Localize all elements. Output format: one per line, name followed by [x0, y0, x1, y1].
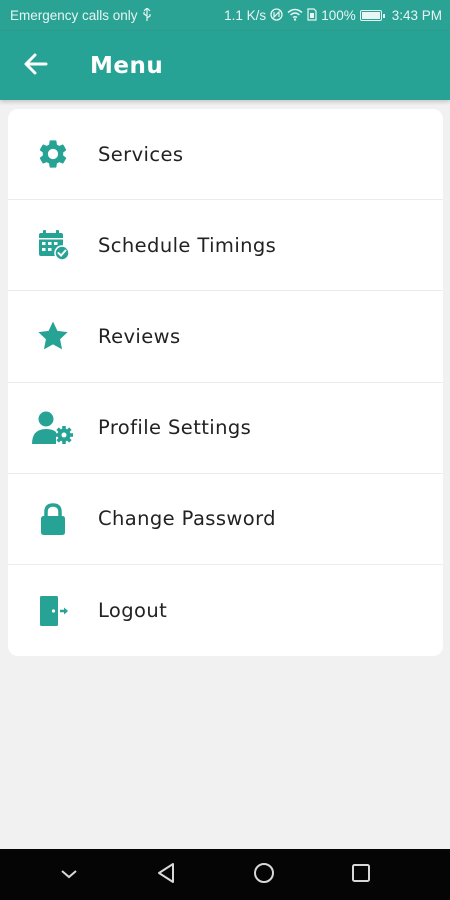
nav-back-button[interactable]	[136, 849, 196, 900]
menu-item-label: Profile Settings	[98, 416, 252, 440]
status-left: Emergency calls only	[10, 6, 152, 24]
menu-item-label: Reviews	[98, 324, 181, 348]
calendar-check-icon	[8, 228, 98, 262]
status-right: 1.1 K/s 100% 3:43 PM	[224, 7, 442, 24]
battery-icon	[359, 10, 385, 21]
menu-item-label: Logout	[98, 599, 168, 623]
menu-list: Services Schedule Timings Reviews Profil…	[8, 109, 443, 656]
usb-icon	[142, 6, 152, 24]
hide-nav-button[interactable]	[39, 849, 99, 900]
menu-item-services[interactable]: Services	[8, 109, 443, 201]
nfc-icon	[270, 7, 283, 24]
carrier-text: Emergency calls only	[10, 8, 138, 23]
page-title: Menu	[90, 52, 164, 79]
nav-home-button[interactable]	[234, 849, 294, 900]
battery-percent: 100%	[321, 8, 356, 23]
arrow-left-icon	[24, 53, 48, 79]
clock: 3:43 PM	[391, 8, 442, 23]
menu-item-logout[interactable]: Logout	[8, 565, 443, 656]
wifi-icon	[287, 8, 303, 24]
menu-item-schedule-timings[interactable]: Schedule Timings	[8, 200, 443, 292]
sim-icon	[307, 7, 317, 24]
menu-item-label: Services	[98, 142, 184, 166]
home-circle-icon	[253, 862, 275, 888]
chevron-down-icon	[60, 865, 78, 884]
nav-recents-button[interactable]	[331, 849, 391, 900]
network-speed: 1.1 K/s	[224, 8, 267, 23]
logout-door-icon	[8, 594, 98, 628]
recents-square-icon	[351, 863, 371, 887]
menu-item-reviews[interactable]: Reviews	[8, 291, 443, 383]
menu-item-label: Schedule Timings	[98, 233, 277, 257]
menu-item-profile-settings[interactable]: Profile Settings	[8, 383, 443, 474]
user-gear-icon	[8, 410, 98, 446]
gear-icon	[8, 137, 98, 171]
back-button[interactable]	[0, 31, 72, 100]
menu-item-change-password[interactable]: Change Password	[8, 474, 443, 565]
system-nav-bar	[0, 849, 450, 900]
star-icon	[8, 319, 98, 353]
back-triangle-icon	[156, 862, 176, 888]
app-bar: Menu	[0, 31, 450, 100]
menu-item-label: Change Password	[98, 507, 276, 531]
lock-icon	[8, 502, 98, 536]
status-bar: Emergency calls only 1.1 K/s 100% 3:43 P…	[0, 0, 450, 31]
